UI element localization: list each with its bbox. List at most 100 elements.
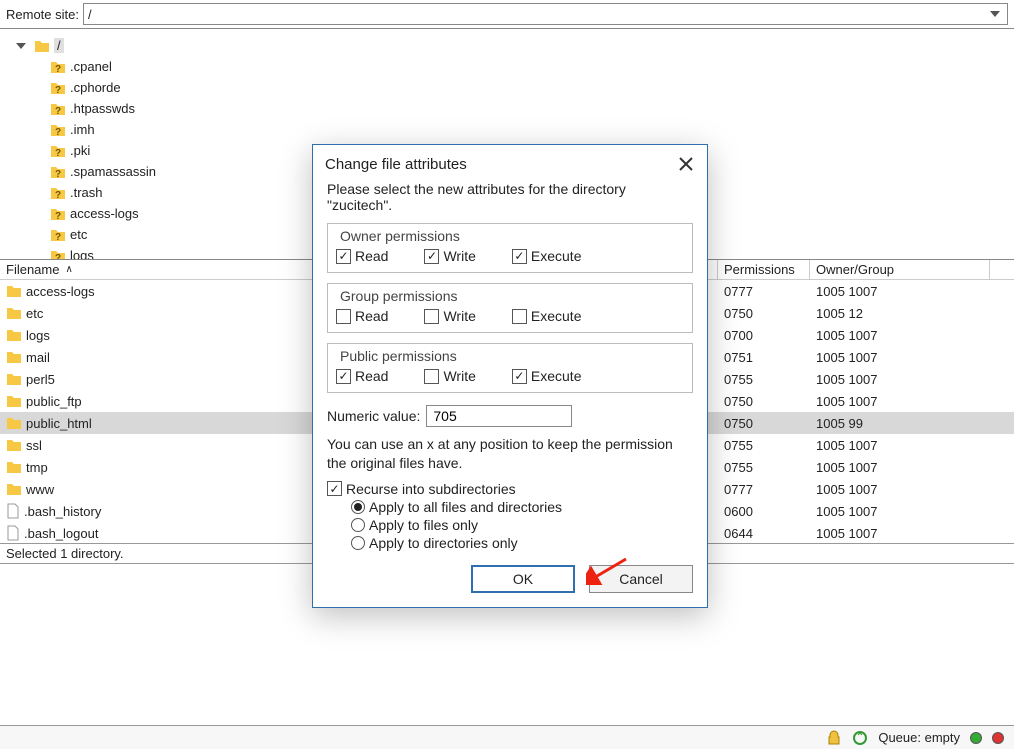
status-bar: Queue: empty	[0, 725, 1014, 749]
file-name: public_html	[26, 416, 92, 431]
file-owner: 1005 1007	[810, 328, 990, 343]
numeric-value-label: Numeric value:	[327, 408, 420, 424]
tree-item[interactable]: ? .cphorde	[50, 77, 1004, 98]
group-write-checkbox[interactable]: Write	[424, 308, 475, 324]
col-owner-group[interactable]: Owner/Group	[810, 260, 990, 279]
sort-asc-icon: ∧	[65, 264, 72, 275]
cancel-button[interactable]: Cancel	[589, 565, 693, 593]
file-owner: 1005 99	[810, 416, 990, 431]
numeric-value-input[interactable]	[426, 405, 572, 427]
remote-path-input[interactable]: /	[83, 3, 1008, 25]
file-name: logs	[26, 328, 50, 343]
write-label: Write	[443, 308, 475, 324]
recurse-opt-dirs[interactable]: Apply to directories only	[351, 535, 693, 551]
numeric-value-row: Numeric value:	[327, 405, 693, 427]
write-label: Write	[443, 368, 475, 384]
svg-text:?: ?	[55, 190, 61, 200]
public-execute-checkbox[interactable]: Execute	[512, 368, 582, 384]
svg-text:?: ?	[55, 106, 61, 116]
lock-icon	[826, 730, 842, 746]
tree-item-label: .trash	[70, 185, 103, 200]
close-icon[interactable]	[677, 155, 695, 173]
file-permissions: 0777	[718, 284, 810, 299]
folder-icon	[6, 438, 22, 452]
file-permissions: 0755	[718, 372, 810, 387]
tree-item[interactable]: ? .imh	[50, 119, 1004, 140]
folder-icon	[6, 372, 22, 386]
svg-text:?: ?	[55, 127, 61, 137]
file-icon	[6, 503, 20, 519]
opt-all-label: Apply to all files and directories	[369, 499, 562, 515]
folder-icon	[6, 284, 22, 298]
folder-icon	[34, 39, 50, 53]
unknown-folder-icon: ?	[50, 102, 66, 116]
owner-execute-checkbox[interactable]: Execute	[512, 248, 582, 264]
recurse-checkbox[interactable]: Recurse into subdirectories	[327, 481, 693, 497]
svg-text:?: ?	[55, 211, 61, 221]
file-icon	[6, 525, 20, 541]
recurse-label: Recurse into subdirectories	[346, 481, 516, 497]
unknown-folder-icon: ?	[50, 144, 66, 158]
file-name: mail	[26, 350, 50, 365]
read-label: Read	[355, 248, 388, 264]
execute-label: Execute	[531, 248, 582, 264]
change-attributes-dialog: Change file attributes Please select the…	[312, 144, 708, 608]
opt-dirs-label: Apply to directories only	[369, 535, 518, 551]
col-permissions[interactable]: Permissions	[718, 260, 810, 279]
svg-text:?: ?	[55, 169, 61, 179]
folder-icon	[6, 482, 22, 496]
file-owner: 1005 1007	[810, 482, 990, 497]
tree-item-label: etc	[70, 227, 87, 242]
file-permissions: 0755	[718, 460, 810, 475]
tree-item[interactable]: ?.cpanel	[50, 56, 1004, 77]
read-label: Read	[355, 308, 388, 324]
unknown-folder-icon: ?	[50, 228, 66, 242]
led-red-icon	[992, 732, 1004, 744]
owner-write-checkbox[interactable]: Write	[424, 248, 475, 264]
unknown-folder-icon: ?	[50, 81, 66, 95]
group-permissions-group: Group permissions Read Write Execute	[327, 283, 693, 333]
unknown-folder-icon: ?	[50, 186, 66, 200]
expand-icon[interactable]	[16, 43, 26, 49]
file-name: ssl	[26, 438, 42, 453]
public-permissions-group: Public permissions Read Write Execute	[327, 343, 693, 393]
file-name: tmp	[26, 460, 48, 475]
group-execute-checkbox[interactable]: Execute	[512, 308, 582, 324]
file-name: .bash_logout	[24, 526, 98, 541]
file-owner: 1005 1007	[810, 284, 990, 299]
remote-site-label: Remote site:	[6, 7, 79, 22]
tree-root[interactable]: /	[16, 35, 1004, 56]
unknown-folder-icon: ?	[50, 165, 66, 179]
chevron-down-icon[interactable]	[987, 6, 1003, 22]
folder-icon	[6, 460, 22, 474]
tree-item-label: .cphorde	[70, 80, 121, 95]
unknown-folder-icon: ?	[50, 249, 66, 261]
owner-read-checkbox[interactable]: Read	[336, 248, 388, 264]
ok-button[interactable]: OK	[471, 565, 575, 593]
file-name: www	[26, 482, 54, 497]
file-name: access-logs	[26, 284, 95, 299]
file-permissions: 0751	[718, 350, 810, 365]
recurse-opt-all[interactable]: Apply to all files and directories	[351, 499, 693, 515]
svg-text:?: ?	[55, 64, 61, 74]
file-owner: 1005 1007	[810, 372, 990, 387]
tree-item-label: .imh	[70, 122, 95, 137]
led-green-icon	[970, 732, 982, 744]
public-read-checkbox[interactable]: Read	[336, 368, 388, 384]
refresh-icon[interactable]	[852, 730, 868, 746]
file-name: etc	[26, 306, 43, 321]
folder-icon	[6, 328, 22, 342]
public-write-checkbox[interactable]: Write	[424, 368, 475, 384]
col-filename-label: Filename	[6, 262, 59, 277]
remote-path-value: /	[88, 7, 92, 22]
dialog-title: Change file attributes	[325, 156, 467, 173]
queue-status: Queue: empty	[878, 730, 960, 745]
execute-label: Execute	[531, 308, 582, 324]
tree-item[interactable]: ?.htpasswds	[50, 98, 1004, 119]
tree-item-label: .spamassassin	[70, 164, 156, 179]
group-read-checkbox[interactable]: Read	[336, 308, 388, 324]
file-permissions: 0750	[718, 416, 810, 431]
recurse-opt-files[interactable]: Apply to files only	[351, 517, 693, 533]
tree-item-label: access-logs	[70, 206, 139, 221]
svg-text:?: ?	[55, 85, 61, 95]
